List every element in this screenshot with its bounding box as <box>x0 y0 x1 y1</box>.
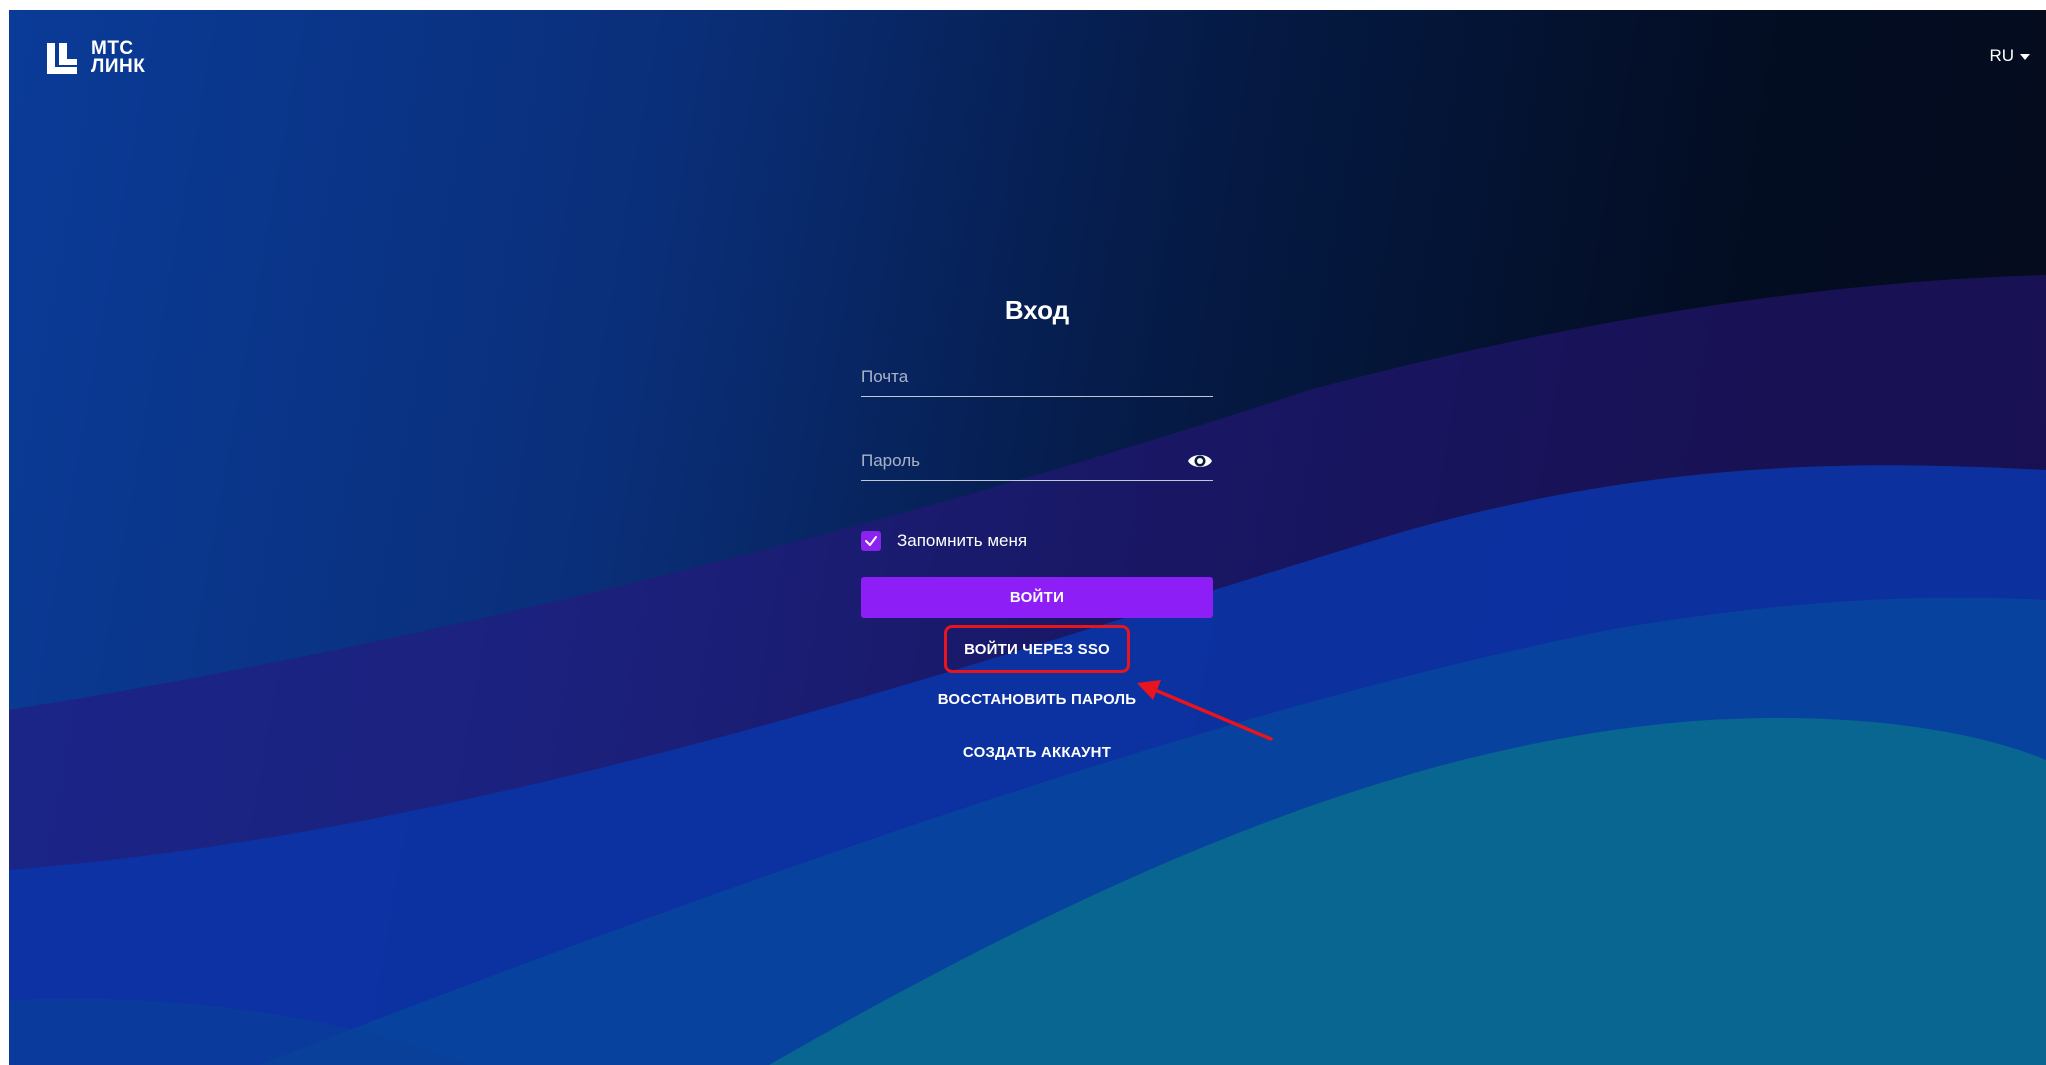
brand-name-line2: ЛИНК <box>91 56 146 77</box>
checkbox-box[interactable] <box>861 531 881 551</box>
sso-highlight-box: ВОЙТИ ЧЕРЕЗ SSO <box>944 625 1130 673</box>
remember-me-label: Запомнить меня <box>897 531 1028 550</box>
eye-icon[interactable] <box>1187 450 1213 472</box>
recover-password-link[interactable]: ВОССТАНОВИТЬ ПАРОЛЬ <box>861 691 1213 708</box>
password-field[interactable] <box>861 444 1213 478</box>
login-form: Вход Запомнить меня ВОЙТИ ВОЙТИ ЧЕРЕЗ SS… <box>861 290 1213 761</box>
caret-down-icon <box>2020 54 2030 60</box>
page-title: Вход <box>1004 295 1070 325</box>
password-field-wrapper <box>861 444 1213 481</box>
login-screen: МТС ЛИНК RU Вход Запомнить мен <box>9 10 2046 1065</box>
brand-name: МТС ЛИНК <box>91 39 146 77</box>
email-field-wrapper <box>861 360 1213 397</box>
email-field[interactable] <box>861 360 1213 394</box>
login-button[interactable]: ВОЙТИ <box>861 577 1213 618</box>
sso-login-button[interactable]: ВОЙТИ ЧЕРЕЗ SSO <box>964 641 1110 658</box>
remember-me-checkbox[interactable]: Запомнить меня <box>861 531 1213 551</box>
brand-logo[interactable]: МТС ЛИНК <box>45 39 146 77</box>
language-selector[interactable]: RU <box>1989 46 2030 66</box>
checkmark-icon <box>865 536 877 546</box>
create-account-link[interactable]: СОЗДАТЬ АККАУНТ <box>861 744 1213 761</box>
language-label: RU <box>1989 46 2014 65</box>
mts-link-logo-icon <box>47 43 77 74</box>
